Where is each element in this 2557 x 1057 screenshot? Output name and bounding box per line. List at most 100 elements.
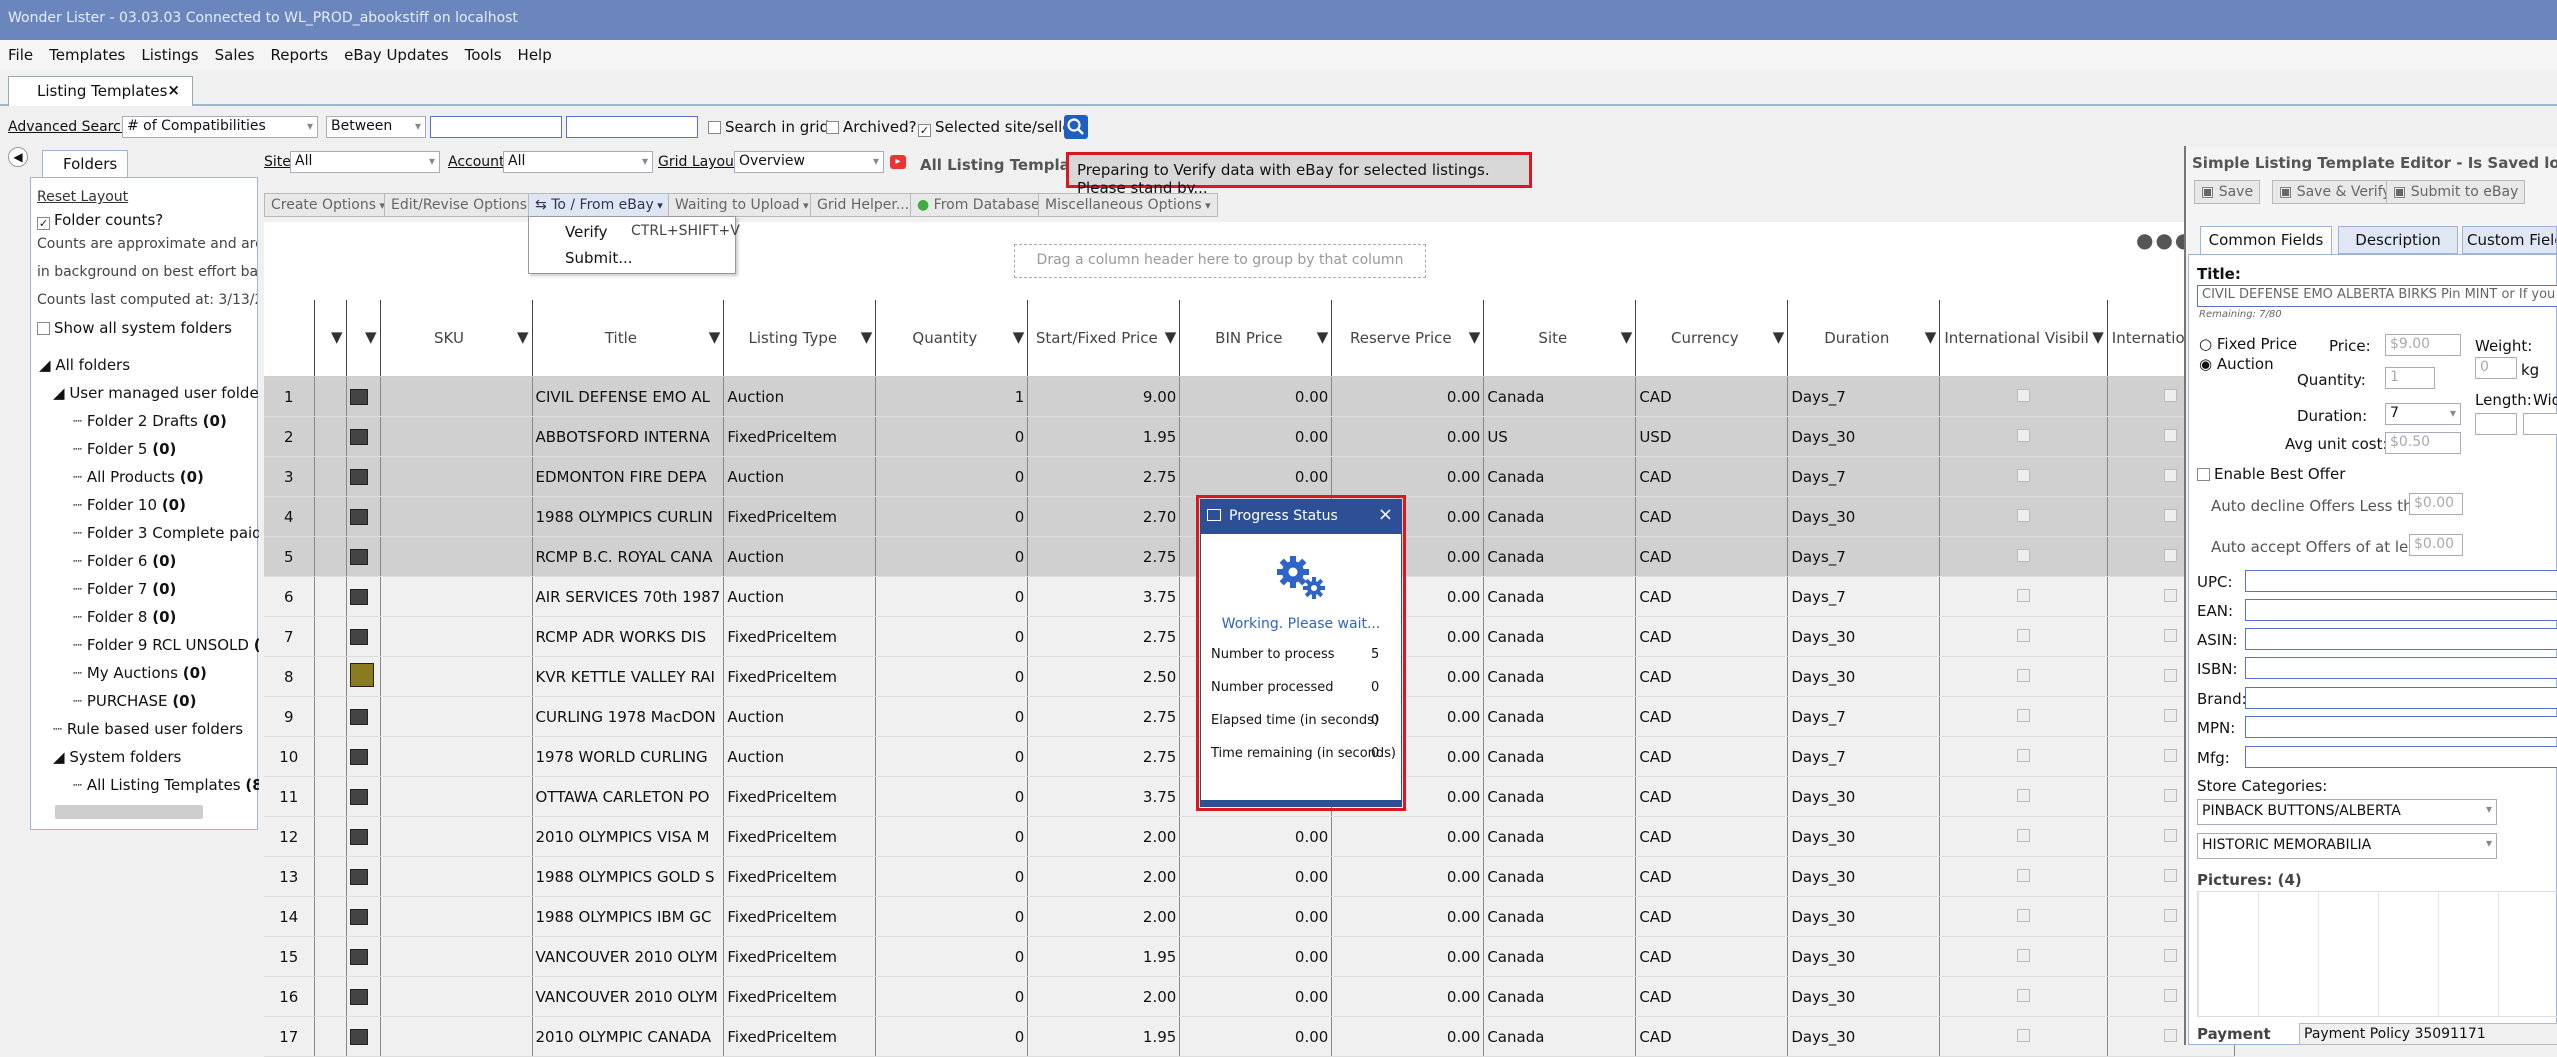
listing-type-cell[interactable]: FixedPriceItem — [723, 776, 877, 817]
sku-cell[interactable] — [380, 776, 533, 817]
to-from-ebay-button[interactable]: ⇆ To / From eBay — [528, 193, 670, 217]
row-image[interactable] — [346, 976, 381, 1017]
checkbox-icon[interactable] — [2017, 428, 2031, 442]
checkbox-icon[interactable] — [2164, 828, 2178, 842]
site-cell[interactable]: Canada — [1483, 456, 1637, 497]
store-category-2-select[interactable]: HISTORIC MEMORABILIA — [2197, 833, 2497, 859]
row-flag[interactable] — [314, 376, 347, 417]
row-number[interactable]: 1 — [264, 376, 315, 417]
row-flag[interactable] — [314, 1016, 347, 1057]
site-cell[interactable]: Canada — [1483, 976, 1637, 1017]
currency-cell[interactable]: CAD — [1635, 376, 1789, 417]
title-cell[interactable]: 1988 OLYMPICS GOLD S — [532, 856, 725, 897]
currency-cell[interactable]: CAD — [1635, 896, 1789, 937]
row-image[interactable] — [346, 536, 381, 577]
duration-cell[interactable]: Days_30 — [1787, 656, 1941, 697]
start-price-cell[interactable]: 2.75 — [1027, 456, 1181, 497]
quantity-cell[interactable]: 0 — [875, 696, 1029, 737]
row-number[interactable]: 17 — [264, 1016, 315, 1057]
reserve-price-cell[interactable]: 0.00 — [1331, 376, 1485, 417]
start-price-cell[interactable]: 2.75 — [1027, 736, 1181, 777]
site-cell[interactable]: Canada — [1483, 496, 1637, 537]
quantity-cell[interactable]: 0 — [875, 616, 1029, 657]
folder-tree-node[interactable]: ┈ Rule based user folders — [53, 720, 243, 738]
checkbox-icon[interactable] — [2017, 948, 2031, 962]
tab-folders[interactable]: Folders — [42, 150, 128, 178]
weight-input[interactable]: 0 — [2475, 357, 2517, 379]
sku-cell[interactable] — [380, 616, 533, 657]
start-price-cell[interactable]: 2.50 — [1027, 656, 1181, 697]
sku-cell[interactable] — [380, 816, 533, 857]
duration-cell[interactable]: Days_30 — [1787, 616, 1941, 657]
filter-icon[interactable]: ▼ — [709, 328, 721, 346]
search-in-grid-checkbox[interactable]: Search in grid — [708, 118, 829, 136]
site-cell[interactable]: Canada — [1483, 656, 1637, 697]
currency-cell[interactable]: CAD — [1635, 496, 1789, 537]
mpn-input[interactable] — [2245, 716, 2557, 738]
table-row[interactable]: 17 2010 OLYMPIC CANADA FixedPriceItem 0 1.95… — [264, 1016, 2236, 1057]
intl-visibility-cell[interactable] — [1939, 576, 2108, 617]
price-input[interactable]: $9.00 — [2385, 334, 2461, 356]
search-field-select[interactable]: # of Compatibilities — [122, 116, 318, 138]
asin-input[interactable] — [2245, 628, 2557, 650]
filter-icon[interactable]: ▼ — [1773, 328, 1785, 346]
intl-visibility-cell[interactable] — [1939, 376, 2108, 417]
folder-tree-node[interactable]: ┈ Folder 5 (0) — [73, 440, 176, 458]
quantity-cell[interactable]: 0 — [875, 736, 1029, 777]
sku-cell[interactable] — [380, 896, 533, 937]
start-price-cell[interactable]: 1.95 — [1027, 936, 1181, 977]
quantity-cell[interactable]: 0 — [875, 776, 1029, 817]
intl-visibility-cell[interactable] — [1939, 656, 2108, 697]
reserve-price-cell[interactable]: 0.00 — [1331, 936, 1485, 977]
bin-price-cell[interactable]: 0.00 — [1179, 456, 1333, 497]
listing-type-cell[interactable]: Auction — [723, 696, 877, 737]
start-price-cell[interactable]: 9.00 — [1027, 376, 1181, 417]
grid-layout-select[interactable]: Overview — [734, 151, 884, 173]
row-image[interactable] — [346, 936, 381, 977]
checkbox-icon[interactable] — [2017, 548, 2031, 562]
title-cell[interactable]: ABBOTSFORD INTERNA — [532, 416, 725, 457]
quantity-cell[interactable]: 0 — [875, 816, 1029, 857]
row-image[interactable] — [346, 416, 381, 457]
column-header-currency[interactable]: Currency ▼ — [1635, 300, 1789, 377]
close-icon[interactable]: × — [1378, 504, 1393, 525]
row-image[interactable] — [346, 376, 381, 417]
site-cell[interactable]: Canada — [1483, 376, 1637, 417]
isbn-input[interactable] — [2245, 657, 2557, 679]
site-cell[interactable]: Canada — [1483, 1016, 1637, 1057]
menu-file[interactable]: File — [0, 40, 41, 64]
checkbox-icon[interactable] — [2164, 388, 2178, 402]
width-input[interactable] — [2523, 413, 2557, 435]
folder-tree-node[interactable]: ┈ PURCHASE (0) — [73, 692, 196, 710]
row-flag[interactable] — [314, 816, 347, 857]
menu-reports[interactable]: Reports — [263, 40, 337, 64]
title-cell[interactable]: RCMP B.C. ROYAL CANA — [532, 536, 725, 577]
menu-sales[interactable]: Sales — [207, 40, 263, 64]
row-number[interactable]: 15 — [264, 936, 315, 977]
currency-cell[interactable]: CAD — [1635, 976, 1789, 1017]
close-icon[interactable]: × — [167, 81, 180, 99]
listing-type-cell[interactable]: Auction — [723, 376, 877, 417]
miscellaneous-options-button[interactable]: Miscellaneous Options — [1038, 193, 1218, 217]
waiting-to-upload-button[interactable]: Waiting to Upload — [668, 193, 816, 217]
row-flag[interactable] — [314, 736, 347, 777]
search-operator-select[interactable]: Between — [326, 116, 426, 138]
from-database-button[interactable]: ● From Database — [910, 193, 1047, 217]
filter-icon[interactable]: ▼ — [861, 328, 873, 346]
duration-select[interactable]: 7 — [2385, 403, 2461, 425]
title-cell[interactable]: 2010 OLYMPICS VISA M — [532, 816, 725, 857]
intl-visibility-cell[interactable] — [1939, 696, 2108, 737]
listing-type-cell[interactable]: FixedPriceItem — [723, 976, 877, 1017]
intl-visibility-cell[interactable] — [1939, 816, 2108, 857]
intl-visibility-cell[interactable] — [1939, 416, 2108, 457]
title-cell[interactable]: KVR KETTLE VALLEY RAI — [532, 656, 725, 697]
auction-radio[interactable]: ◉ Auction — [2199, 355, 2274, 373]
quantity-cell[interactable]: 0 — [875, 1016, 1029, 1057]
intl-visibility-cell[interactable] — [1939, 936, 2108, 977]
sku-cell[interactable] — [380, 496, 533, 537]
listing-type-cell[interactable]: FixedPriceItem — [723, 816, 877, 857]
checkbox-icon[interactable] — [2164, 868, 2178, 882]
table-row[interactable]: 3 EDMONTON FIRE DEPA Auction 0 2.75 0.00 0.00 C… — [264, 456, 2236, 497]
checkbox-icon[interactable] — [2017, 828, 2031, 842]
start-price-cell[interactable]: 2.00 — [1027, 896, 1181, 937]
